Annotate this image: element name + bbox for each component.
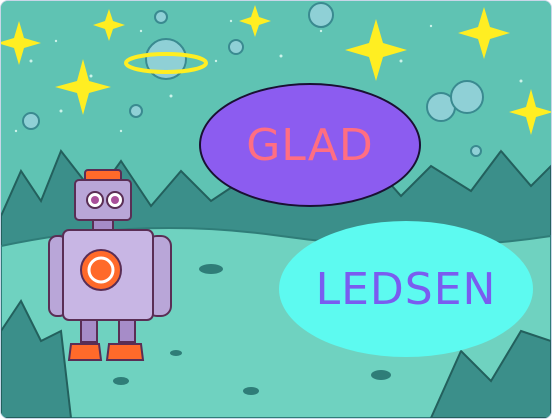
happy-bubble[interactable]: GLAD xyxy=(199,83,421,207)
robot-icon[interactable] xyxy=(43,166,183,366)
happy-bubble-label: GLAD xyxy=(246,119,374,171)
stage[interactable]: GLAD LEDSEN xyxy=(0,0,552,419)
sad-bubble-label: LEDSEN xyxy=(315,263,497,315)
sad-bubble[interactable]: LEDSEN xyxy=(279,221,533,357)
